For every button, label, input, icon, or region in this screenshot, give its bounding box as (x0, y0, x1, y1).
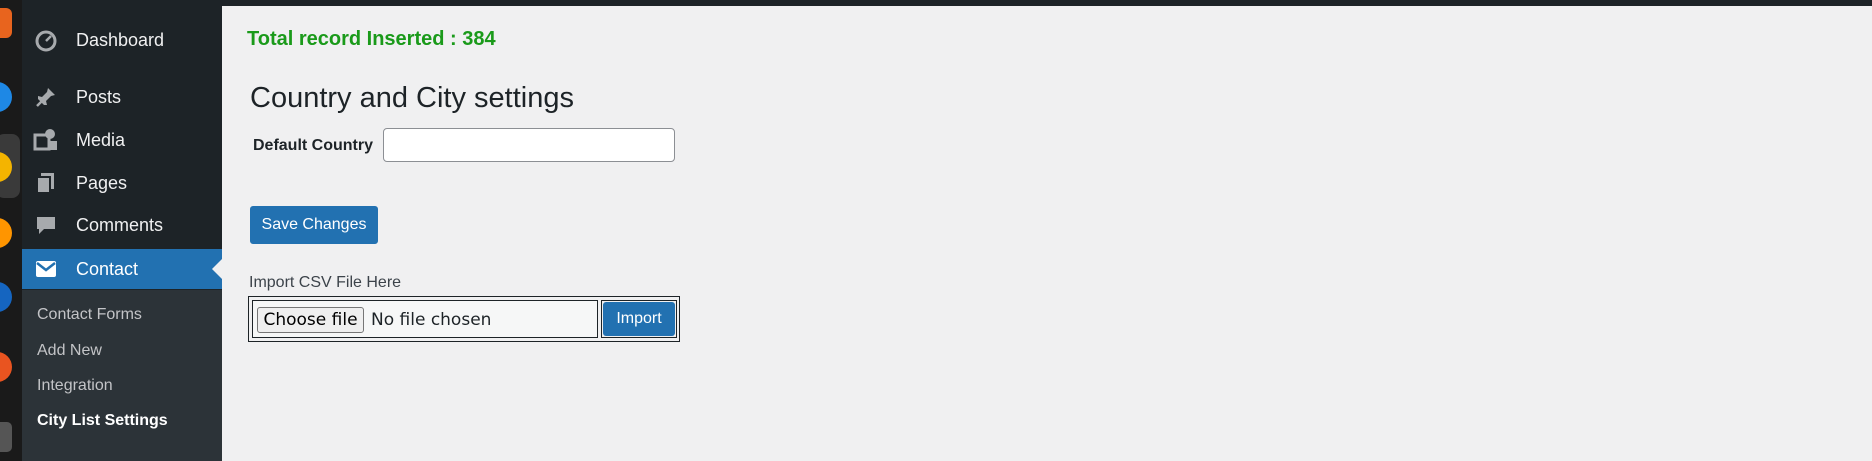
ubuntu-software-icon[interactable] (0, 352, 12, 382)
file-input-cell: Choose file No file chosen (252, 300, 598, 338)
import-form: Choose file No file chosen Import (248, 296, 680, 342)
submenu-item-integration[interactable]: Integration (37, 377, 113, 395)
sidebar-item-comments[interactable]: Comments (22, 205, 222, 245)
dashboard-icon (32, 26, 60, 54)
envelope-icon (32, 255, 60, 283)
choose-file-button[interactable]: Choose file (257, 307, 364, 333)
thunderbird-icon[interactable] (0, 282, 12, 312)
default-country-input[interactable] (383, 128, 675, 162)
default-country-label: Default Country (253, 137, 373, 154)
os-dock (0, 0, 22, 461)
file-status-text: No file chosen (371, 310, 492, 330)
import-button[interactable]: Import (603, 302, 675, 336)
admin-sidebar: Dashboard Posts Media Pages Comments Con… (22, 0, 222, 461)
sidebar-item-label: Contact (76, 258, 139, 279)
sidebar-item-label: Dashboard (76, 29, 165, 50)
sidebar-item-label: Posts (76, 86, 122, 107)
apps-grid-icon[interactable] (0, 422, 12, 452)
submenu-item-city-list-settings[interactable]: City List Settings (37, 412, 168, 430)
sidebar-item-dashboard[interactable]: Dashboard (22, 20, 222, 60)
sidebar-item-media[interactable]: Media (22, 120, 222, 160)
sidebar-item-contact[interactable]: Contact (22, 249, 222, 289)
contact-submenu: Contact Forms Add New Integration City L… (22, 290, 222, 461)
app-launcher-icon[interactable] (0, 8, 12, 38)
page-title: Country and City settings (250, 82, 574, 114)
media-icon (32, 126, 60, 154)
submenu-item-add-new[interactable]: Add New (37, 342, 102, 360)
pin-icon (32, 83, 60, 111)
main-content: Total record Inserted : 384 Country and … (222, 6, 1872, 461)
pages-icon (32, 169, 60, 197)
sidebar-item-posts[interactable]: Posts (22, 77, 222, 117)
insert-notice: Total record Inserted : 384 (247, 28, 496, 50)
comment-icon (32, 211, 60, 239)
sidebar-item-label: Media (76, 129, 126, 150)
submenu-item-contact-forms[interactable]: Contact Forms (37, 306, 142, 324)
import-button-cell: Import (601, 300, 677, 338)
browser-icon[interactable] (0, 82, 12, 112)
import-csv-label: Import CSV File Here (249, 274, 402, 291)
save-changes-button[interactable]: Save Changes (250, 206, 378, 244)
sidebar-item-label: Pages (76, 172, 128, 193)
sidebar-item-label: Comments (76, 214, 164, 235)
sidebar-item-pages[interactable]: Pages (22, 163, 222, 203)
active-indicator (212, 259, 222, 279)
firefox-icon[interactable] (0, 218, 12, 248)
